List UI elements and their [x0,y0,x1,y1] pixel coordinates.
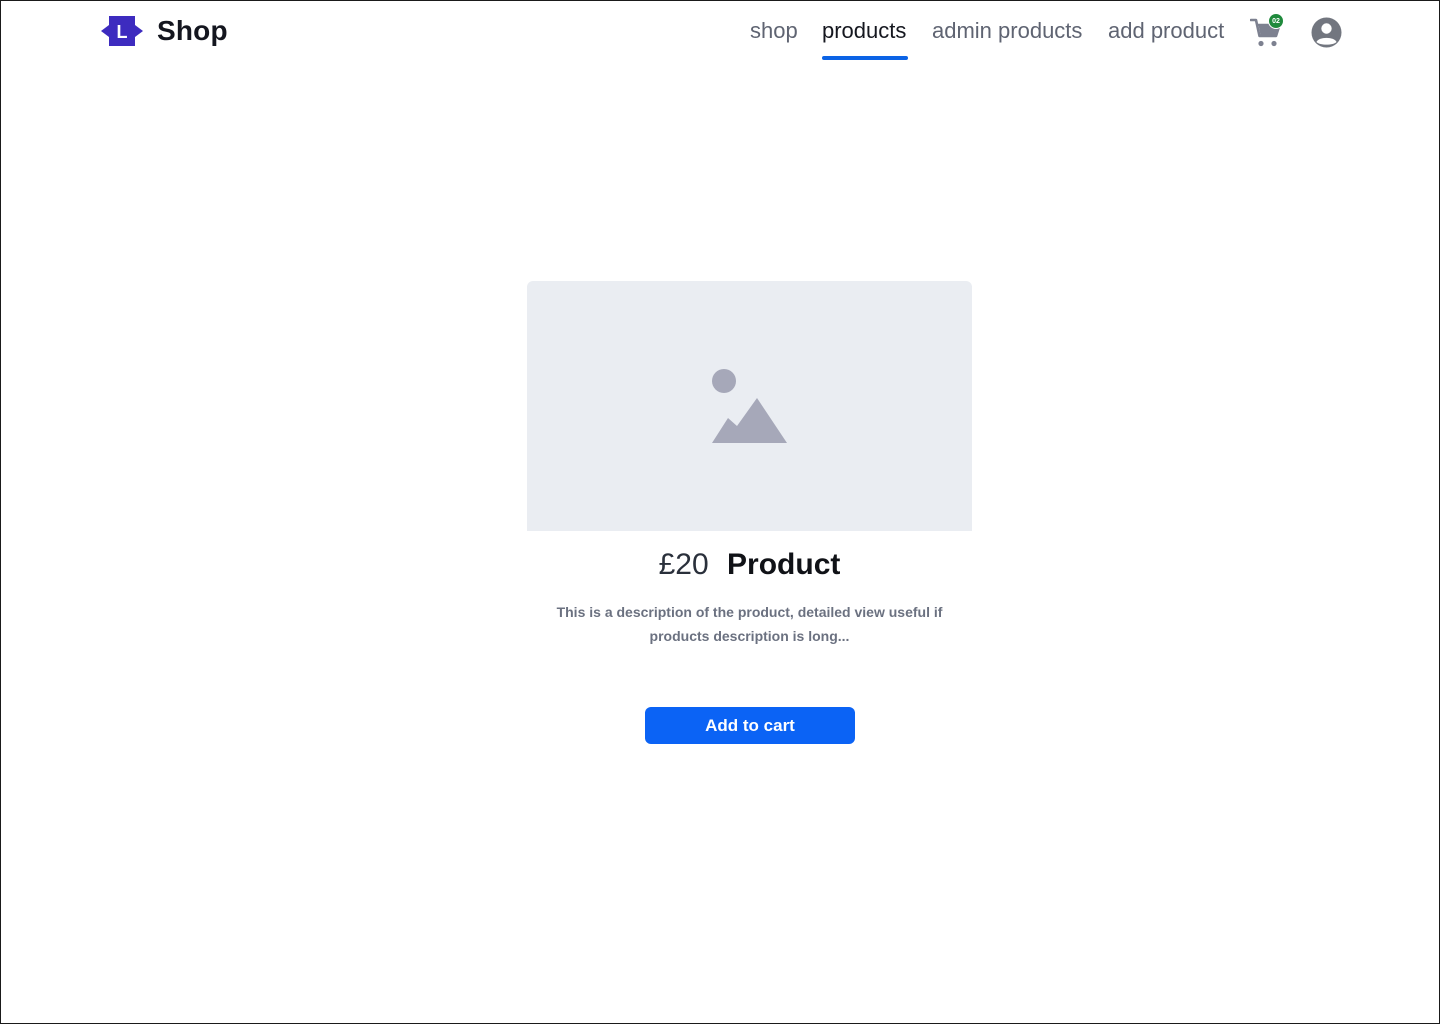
nav-link-add-product[interactable]: add product [1108,15,1224,47]
brand[interactable]: L Shop [99,13,228,49]
add-to-cart-button[interactable]: Add to cart [645,707,855,744]
product-title-row: £20 Product [527,545,972,585]
product-image-placeholder [527,281,972,531]
product-name: Product [727,548,841,581]
cart-button[interactable]: 02 [1250,13,1284,49]
cart-count-badge: 02 [1268,13,1284,29]
brand-name: Shop [157,15,228,46]
app-window: L Shop shop products admin products add … [0,0,1440,1024]
nav-link-admin-products[interactable]: admin products [932,15,1082,47]
top-navbar: L Shop shop products admin products add … [1,1,1440,63]
nav-link-products[interactable]: products [822,15,906,47]
account-circle-icon[interactable] [1311,17,1342,48]
product-card: £20 Product This is a description of the… [527,281,972,744]
brand-logo-icon: L [101,16,143,46]
brand-logo-letter: L [117,22,128,42]
active-nav-indicator [822,56,908,60]
image-placeholder-icon [712,369,787,443]
nav-link-shop[interactable]: shop [750,15,798,47]
product-description: This is a description of the product, de… [556,604,943,644]
product-price: £20 [658,548,709,581]
